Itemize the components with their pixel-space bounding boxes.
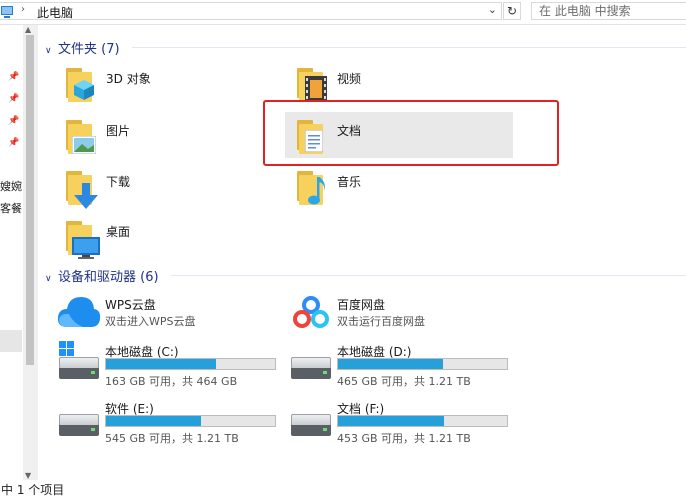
address-history-chevron-down-icon[interactable]: ⌄ (488, 3, 497, 16)
breadcrumb-chevron-icon[interactable]: › (21, 4, 25, 15)
device-description: 双击进入WPS云盘 (105, 315, 196, 328)
address-toolbar: › 此电脑 ⌄ ↻ 在 此电脑 中搜索 (0, 0, 686, 25)
videos-icon (295, 68, 327, 102)
group-title: 文件夹 (7) (58, 42, 120, 57)
folder-label: 音乐 (337, 175, 362, 189)
collapse-chevron-icon[interactable]: ∨ (45, 46, 58, 56)
folder-label: 视频 (337, 72, 362, 86)
folder-label: 下载 (106, 175, 131, 189)
collapse-chevron-icon[interactable]: ∨ (45, 274, 58, 284)
device-description: 双击运行百度网盘 (337, 315, 425, 328)
group-title: 设备和驱动器 (6) (58, 270, 159, 285)
drive-d[interactable]: 本地磁盘 (D:) 465 GB 可用，共 1.21 TB (289, 341, 519, 388)
3d-objects-icon (64, 68, 94, 102)
pictures-icon (64, 120, 96, 154)
drive-f[interactable]: 文档 (F:) 453 GB 可用，共 1.21 TB (289, 398, 519, 445)
windows-drive-icon (59, 341, 99, 379)
folder-music[interactable]: 音乐 (295, 165, 495, 211)
pin-icon[interactable]: 📌 (8, 138, 19, 148)
status-bar: 中 1 个项目 (0, 481, 686, 500)
hard-drive-icon (291, 414, 331, 436)
drive-free-space: 163 GB 可用，共 464 GB (105, 375, 238, 388)
folder-label: 3D 对象 (106, 72, 151, 86)
drive-usage-fill (106, 416, 201, 426)
nav-item-selected[interactable] (0, 330, 22, 352)
music-icon (295, 171, 325, 205)
drive-free-space: 465 GB 可用，共 1.21 TB (337, 375, 471, 388)
drive-usage-fill (338, 359, 443, 369)
scroll-up-icon[interactable]: ▲ (25, 25, 31, 34)
hard-drive-icon (291, 357, 331, 379)
group-header-devices[interactable]: ∨ 设备和驱动器 (6) (45, 266, 159, 285)
folder-label: 图片 (106, 124, 131, 138)
device-name: 百度网盘 (337, 298, 386, 312)
drive-usage-bar (337, 415, 508, 427)
drive-usage-bar (105, 415, 276, 427)
breadcrumb-this-pc[interactable]: 此电脑 (37, 4, 73, 21)
folder-downloads[interactable]: 下载 (64, 165, 264, 211)
group-divider (132, 47, 686, 48)
baidu-netdisk-icon (293, 296, 329, 328)
refresh-icon: ↻ (506, 4, 518, 18)
scrollbar-thumb[interactable] (26, 35, 34, 365)
drive-e[interactable]: 软件 (E:) 545 GB 可用，共 1.21 TB (57, 398, 287, 445)
this-pc-icon (1, 6, 13, 18)
device-baidu-netdisk[interactable]: 百度网盘 双击运行百度网盘 (289, 293, 519, 339)
wps-cloud-icon (57, 297, 101, 327)
device-wps-cloud[interactable]: WPS云盘 双击进入WPS云盘 (57, 293, 287, 339)
scroll-down-icon[interactable]: ▼ (25, 471, 31, 480)
pin-icon[interactable]: 📌 (8, 116, 19, 126)
group-divider (171, 275, 686, 276)
nav-item[interactable]: 客餐 (0, 200, 22, 216)
drive-usage-bar (337, 358, 508, 370)
folder-label: 桌面 (106, 225, 131, 239)
drive-usage-fill (338, 416, 445, 426)
drive-free-space: 545 GB 可用，共 1.21 TB (105, 432, 239, 445)
drive-usage-fill (106, 359, 216, 369)
folder-desktop[interactable]: 桌面 (64, 215, 264, 261)
folder-3d-objects[interactable]: 3D 对象 (64, 62, 264, 108)
address-bar[interactable]: › 此电脑 ⌄ (0, 2, 502, 20)
search-input[interactable]: 在 此电脑 中搜索 (531, 2, 686, 20)
hard-drive-icon (59, 414, 99, 436)
group-header-folders[interactable]: ∨ 文件夹 (7) (45, 38, 120, 57)
drive-c[interactable]: 本地磁盘 (C:) 163 GB 可用，共 464 GB (57, 341, 287, 388)
drive-usage-bar (105, 358, 276, 370)
device-name: WPS云盘 (105, 298, 156, 312)
pin-icon[interactable]: 📌 (8, 72, 19, 82)
nav-scrollbar[interactable]: ▲ ▼ (23, 25, 37, 480)
pin-icon[interactable]: 📌 (8, 94, 19, 104)
desktop-icon (64, 221, 100, 259)
nav-item[interactable]: 嫂婉 (0, 178, 22, 194)
status-text: 中 1 个项目 (1, 483, 65, 497)
folder-pictures[interactable]: 图片 (64, 114, 264, 160)
drive-free-space: 453 GB 可用，共 1.21 TB (337, 432, 471, 445)
highlight-annotation-box (263, 100, 559, 166)
refresh-button[interactable]: ↻ (503, 2, 521, 20)
downloads-icon (64, 171, 98, 209)
